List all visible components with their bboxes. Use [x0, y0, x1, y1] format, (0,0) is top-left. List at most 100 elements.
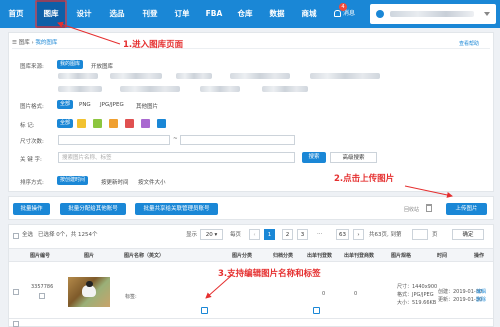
mark-color-blue[interactable] — [157, 119, 166, 128]
sort-by-size[interactable]: 按文件大小 — [138, 178, 166, 186]
range-separator: ~ — [173, 136, 178, 142]
sort-by-created[interactable]: 按创建时间 — [57, 176, 89, 185]
source-open-gallery[interactable]: 开放图库 — [91, 62, 113, 70]
nav-data[interactable]: 数据 — [264, 0, 290, 28]
row-checkbox[interactable] — [13, 289, 19, 295]
per-page-select[interactable]: 20 ▾ — [200, 229, 223, 240]
search-button[interactable]: 搜索 — [302, 152, 326, 163]
menu-icon: ☰ — [12, 40, 19, 46]
row-mark-checkbox[interactable] — [39, 293, 45, 299]
row-divider — [9, 318, 493, 319]
col-archive-category: 归档分类 — [273, 253, 294, 259]
goto-page-input[interactable] — [412, 229, 428, 240]
nav-design[interactable]: 设计 — [71, 0, 97, 28]
selection-count: 已选择 0个，共 1254个 — [38, 232, 98, 238]
size-label: 尺寸次数: — [20, 139, 44, 145]
mark-color-purple[interactable] — [141, 119, 150, 128]
trash-icon[interactable] — [426, 204, 432, 212]
advanced-search-button[interactable]: 高级搜索 — [330, 152, 377, 163]
redacted-account — [120, 86, 180, 92]
format-other[interactable]: 其他图片 — [136, 102, 158, 110]
format-png[interactable]: PNG — [79, 102, 91, 108]
format-label: 图片格式: — [20, 104, 44, 110]
size-max-input[interactable] — [180, 135, 295, 145]
order-listing-store-count: 0 — [354, 291, 358, 297]
messages-button[interactable]: 消息 4 — [334, 3, 366, 22]
sort-label: 排序方式: — [20, 180, 44, 186]
batch-assign-button[interactable]: 批量分配给其他账号 — [60, 203, 126, 215]
annotation-step1: 1.进入图库页面 — [123, 40, 184, 50]
filter-panel — [8, 32, 494, 192]
page-1[interactable]: 1 — [264, 229, 275, 240]
batch-operations-button[interactable]: 批量操作 — [13, 203, 50, 215]
page-suffix: 页 — [432, 232, 438, 238]
edit-link[interactable]: 编辑 — [476, 288, 486, 295]
mark-color-orange[interactable] — [109, 119, 118, 128]
col-image: 图片 — [84, 253, 95, 259]
redacted-account — [230, 73, 290, 79]
nav-fba[interactable]: FBA — [201, 0, 227, 28]
nav-gallery[interactable]: 图库 — [37, 0, 65, 28]
upload-image-button[interactable]: 上传图片 — [446, 203, 487, 215]
keyword-label: 关 键 字: — [20, 157, 42, 163]
col-image-spec: 图片规格 — [391, 253, 412, 259]
breadcrumb-current[interactable]: 我的图库 — [35, 40, 57, 46]
page-3[interactable]: 3 — [297, 229, 308, 240]
recycle-bin-link[interactable]: 回收站 — [404, 206, 419, 213]
spec-filesize: 大小：519.66KB — [397, 300, 437, 306]
chevron-down-icon — [484, 12, 490, 16]
prev-page-button[interactable]: ‹ — [249, 229, 260, 240]
page-63[interactable]: 63 — [336, 229, 349, 240]
mark-all[interactable]: 全部 — [57, 119, 74, 128]
redacted-username — [390, 11, 474, 17]
redacted-account — [58, 86, 102, 92]
per-page-suffix: 每页 — [230, 232, 242, 238]
mark-label: 标 记: — [20, 123, 35, 129]
goto-page-confirm-button[interactable]: 确定 — [452, 229, 484, 240]
source-my-gallery[interactable]: 我的图库 — [57, 60, 84, 69]
mark-color-yellow[interactable] — [77, 119, 86, 128]
spec-size: 尺寸：1440x900 — [397, 284, 438, 290]
format-jpg[interactable]: JPG/JPEG — [100, 102, 124, 108]
batch-share-button[interactable]: 批量共享给关联管理员账号 — [135, 203, 218, 215]
user-menu[interactable] — [370, 4, 496, 24]
nav-listing[interactable]: 刊登 — [137, 0, 163, 28]
sort-by-updated[interactable]: 按更新时间 — [101, 178, 129, 186]
top-navigation: 首页 图库 设计 选品 刊登 订单 FBA 仓库 数据 商城 消息 4 — [0, 0, 500, 28]
select-all-checkbox[interactable] — [13, 233, 19, 239]
breadcrumb: ☰ 图库 › 我的图库 — [12, 40, 58, 46]
redacted-account — [58, 73, 98, 79]
col-order-listing-store-count: 出单刊登商数 — [344, 253, 375, 259]
annotation-step2: 2.点击上传图片 — [334, 174, 395, 184]
nav-product-selection[interactable]: 选品 — [104, 0, 130, 28]
redacted-account — [176, 73, 212, 79]
source-label: 图库来源: — [20, 64, 44, 70]
col-time: 时间 — [437, 253, 448, 259]
order-listing-count: 0 — [322, 291, 326, 297]
mark-color-green[interactable] — [93, 119, 102, 128]
edit-category-icon[interactable] — [313, 307, 320, 314]
select-all-label: 全选 — [22, 232, 34, 238]
nav-orders[interactable]: 订单 — [169, 0, 195, 28]
format-all[interactable]: 全部 — [57, 100, 74, 109]
col-image-category: 图片分类 — [232, 253, 253, 259]
next-page-button[interactable]: › — [353, 229, 364, 240]
nav-warehouse[interactable]: 仓库 — [232, 0, 258, 28]
nav-home[interactable]: 首页 — [3, 0, 29, 28]
divider — [12, 48, 490, 49]
row-checkbox[interactable] — [13, 321, 19, 327]
col-image-name: 图片名称（英文） — [124, 253, 165, 259]
tag-label: 标签: — [125, 294, 137, 300]
edit-name-icon[interactable] — [201, 307, 208, 314]
size-min-input[interactable] — [58, 135, 170, 145]
mark-color-red[interactable] — [125, 119, 134, 128]
page-ellipsis: ... — [317, 230, 323, 236]
user-icon — [376, 10, 384, 18]
delete-link[interactable]: 删除 — [476, 296, 486, 303]
sort-active-arrow-icon: ↓ — [89, 176, 94, 182]
help-link[interactable]: 查看帮助 — [459, 40, 479, 47]
page-2[interactable]: 2 — [282, 229, 293, 240]
image-thumbnail[interactable] — [68, 277, 110, 307]
nav-mall[interactable]: 商城 — [296, 0, 322, 28]
search-input[interactable]: 搜索图片名称、标签 — [58, 152, 295, 163]
